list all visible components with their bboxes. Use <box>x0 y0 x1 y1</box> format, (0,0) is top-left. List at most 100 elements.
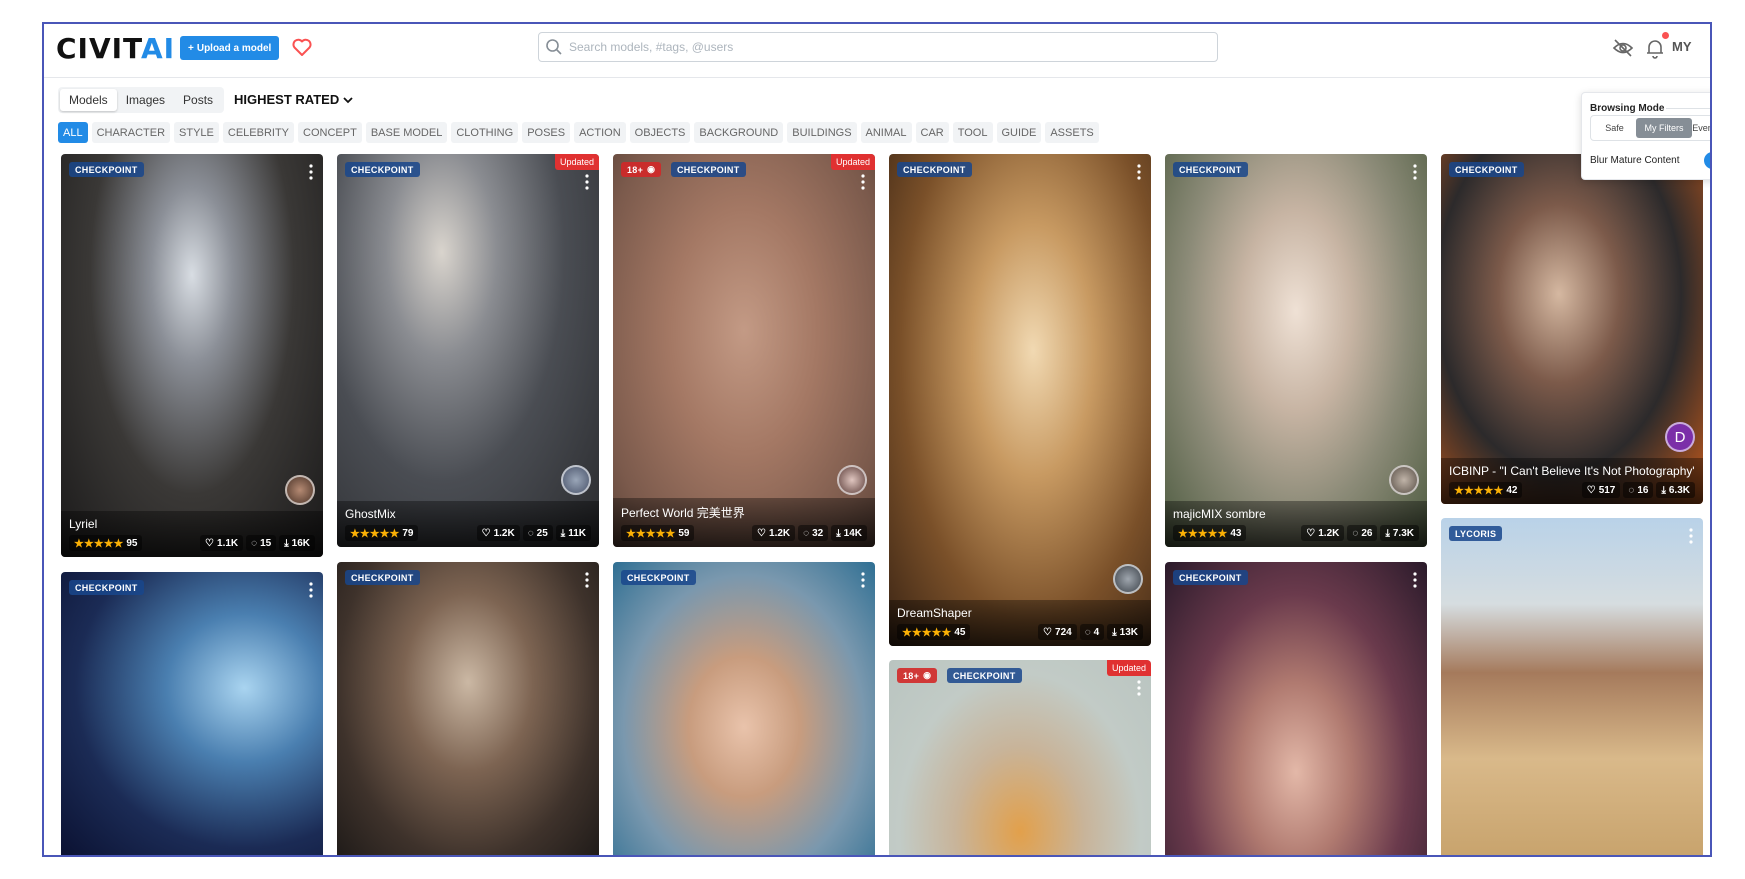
search-input[interactable] <box>569 40 1169 54</box>
tab-images[interactable]: Images <box>117 89 174 111</box>
model-type-badge: CHECKPOINT <box>621 570 696 585</box>
sort-dropdown[interactable]: HIGHEST RATED <box>234 92 353 107</box>
nsfw-badge[interactable]: 18+ ◉ <box>897 668 938 683</box>
model-card[interactable]: CHECKPOINT Lyriel ★★★★★ 95 ♡ 1.1K ◌ 15 ⤓ 16K <box>61 154 323 557</box>
eye-icon: ◉ <box>923 670 932 680</box>
category-assets[interactable]: ASSETS <box>1045 122 1099 143</box>
likes-pill: ♡ 1.2K <box>476 525 520 541</box>
category-guide[interactable]: GUIDE <box>996 122 1042 143</box>
likes-count: 517 <box>1598 484 1616 496</box>
more-options-icon[interactable] <box>1689 528 1693 544</box>
card-info: DreamShaper ★★★★★ 45 ♡ 724 ◌ 4 ⤓ 13K <box>889 600 1151 646</box>
content-type-tabs: Models Images Posts <box>58 87 225 113</box>
blur-mature-toggle[interactable] <box>1704 152 1710 169</box>
category-base-model[interactable]: BASE MODEL <box>365 122 448 143</box>
blurred-preview-image <box>613 154 875 547</box>
rating-pill: ★★★★★ 45 <box>897 624 971 640</box>
creator-avatar[interactable]: D <box>1665 422 1695 452</box>
heart-icon: ♡ <box>1043 626 1053 638</box>
model-preview-image <box>337 562 599 855</box>
creator-avatar[interactable] <box>285 475 315 505</box>
downloads-pill: ⤓ 14K <box>831 525 867 541</box>
likes-pill: ♡ 1.1K <box>200 535 244 551</box>
category-animal[interactable]: ANIMAL <box>860 122 912 143</box>
mode-everything[interactable]: Everything <box>1692 118 1710 138</box>
model-card[interactable]: CHECKPOINT D ICBINP - "I Can't Believe I… <box>1441 154 1703 504</box>
category-clothing[interactable]: CLOTHING <box>451 122 519 143</box>
civitai-logo[interactable]: CIVITAI <box>56 32 176 65</box>
category-poses[interactable]: POSES <box>522 122 571 143</box>
category-all[interactable]: ALL <box>58 122 88 143</box>
downloads-pill: ⤓ 11K <box>555 525 591 541</box>
more-options-icon[interactable] <box>1413 572 1417 588</box>
eye-off-icon[interactable] <box>1612 37 1634 59</box>
card-info: Lyriel ★★★★★ 95 ♡ 1.1K ◌ 15 ⤓ 16K <box>61 511 323 557</box>
category-celebrity[interactable]: CELEBRITY <box>222 122 295 143</box>
more-options-icon[interactable] <box>1137 680 1141 696</box>
tab-models[interactable]: Models <box>60 89 117 111</box>
model-card[interactable]: 18+ ◉ CHECKPOINT Updated <box>889 660 1151 855</box>
comments-count: 16 <box>1637 484 1649 496</box>
mode-safe[interactable]: Safe <box>1593 118 1636 138</box>
creator-avatar[interactable] <box>1389 465 1419 495</box>
logo-accent-text: AI <box>140 32 176 65</box>
more-options-icon[interactable] <box>1137 164 1141 180</box>
nsfw-label: 18+ <box>627 164 644 175</box>
star-rating-icon: ★★★★★ <box>350 527 400 540</box>
bell-icon[interactable] <box>1644 37 1666 59</box>
tab-posts[interactable]: Posts <box>174 89 222 111</box>
sort-label: HIGHEST RATED <box>234 92 340 107</box>
model-card[interactable]: CHECKPOINT <box>613 562 875 855</box>
user-menu-button[interactable]: MY <box>1672 39 1692 54</box>
category-character[interactable]: CHARACTER <box>91 122 171 143</box>
star-rating-icon: ★★★★★ <box>74 537 124 550</box>
model-card[interactable]: CHECKPOINT <box>337 562 599 855</box>
model-preview-image <box>61 572 323 855</box>
category-car[interactable]: CAR <box>915 122 949 143</box>
category-style[interactable]: STYLE <box>174 122 219 143</box>
upload-model-button[interactable]: + Upload a model <box>180 36 280 60</box>
model-type-badge: CHECKPOINT <box>1173 162 1248 177</box>
upload-button-label: Upload a model <box>196 42 272 54</box>
more-options-icon[interactable] <box>1413 164 1417 180</box>
mode-my-filters[interactable]: My Filters <box>1636 118 1692 138</box>
category-background[interactable]: BACKGROUND <box>694 122 784 143</box>
search-bar[interactable] <box>538 32 1218 62</box>
creator-avatar[interactable] <box>837 465 867 495</box>
more-options-icon[interactable] <box>861 572 865 588</box>
model-card[interactable]: CHECKPOINT Updated GhostMix ★★★★★ 79 ♡ 1.2… <box>337 154 599 547</box>
more-options-icon[interactable] <box>309 582 313 598</box>
model-card[interactable]: 18+ ◉ CHECKPOINT Updated Perfect World 完美… <box>613 154 875 547</box>
download-icon: ⤓ <box>1112 626 1117 638</box>
model-type-badge: CHECKPOINT <box>69 162 144 177</box>
category-buildings[interactable]: BUILDINGS <box>787 122 857 143</box>
card-info: Perfect World 完美世界 ★★★★★ 59 ♡ 1.2K ◌ 32 ⤓ 14… <box>613 498 875 547</box>
download-icon: ⤓ <box>560 527 566 539</box>
model-card[interactable]: CHECKPOINT <box>61 572 323 855</box>
more-options-icon[interactable] <box>585 572 589 588</box>
favorites-heart-icon[interactable] <box>290 35 314 59</box>
downloads-count: 6.3K <box>1668 484 1690 496</box>
category-objects[interactable]: OBJECTS <box>629 122 691 143</box>
creator-avatar[interactable] <box>1113 564 1143 594</box>
logo-text: CIVIT <box>56 32 141 65</box>
creator-avatar[interactable] <box>561 465 591 495</box>
model-card[interactable]: CHECKPOINT majicMIX sombre ★★★★★ 43 ♡ 1.2K… <box>1165 154 1427 547</box>
model-name: GhostMix <box>345 507 396 521</box>
category-action[interactable]: ACTION <box>574 122 626 143</box>
nsfw-badge[interactable]: 18+ ◉ <box>621 162 662 177</box>
star-rating-icon: ★★★★★ <box>1178 527 1228 540</box>
model-type-badge: CHECKPOINT <box>1173 570 1248 585</box>
more-options-icon[interactable] <box>309 164 313 180</box>
model-card[interactable]: LYCORIS <box>1441 518 1703 855</box>
model-card[interactable]: CHECKPOINT DreamShaper ★★★★★ 45 ♡ 724 ◌ 4 ⤓… <box>889 154 1151 646</box>
heart-icon: ♡ <box>205 537 215 549</box>
more-options-icon[interactable] <box>861 174 865 190</box>
model-name: majicMIX sombre <box>1173 507 1266 521</box>
downloads-count: 14K <box>843 527 862 539</box>
model-preview-image <box>61 154 323 557</box>
category-concept[interactable]: CONCEPT <box>298 122 362 143</box>
model-card[interactable]: CHECKPOINT <box>1165 562 1427 855</box>
more-options-icon[interactable] <box>585 174 589 190</box>
category-tool[interactable]: TOOL <box>952 122 993 143</box>
